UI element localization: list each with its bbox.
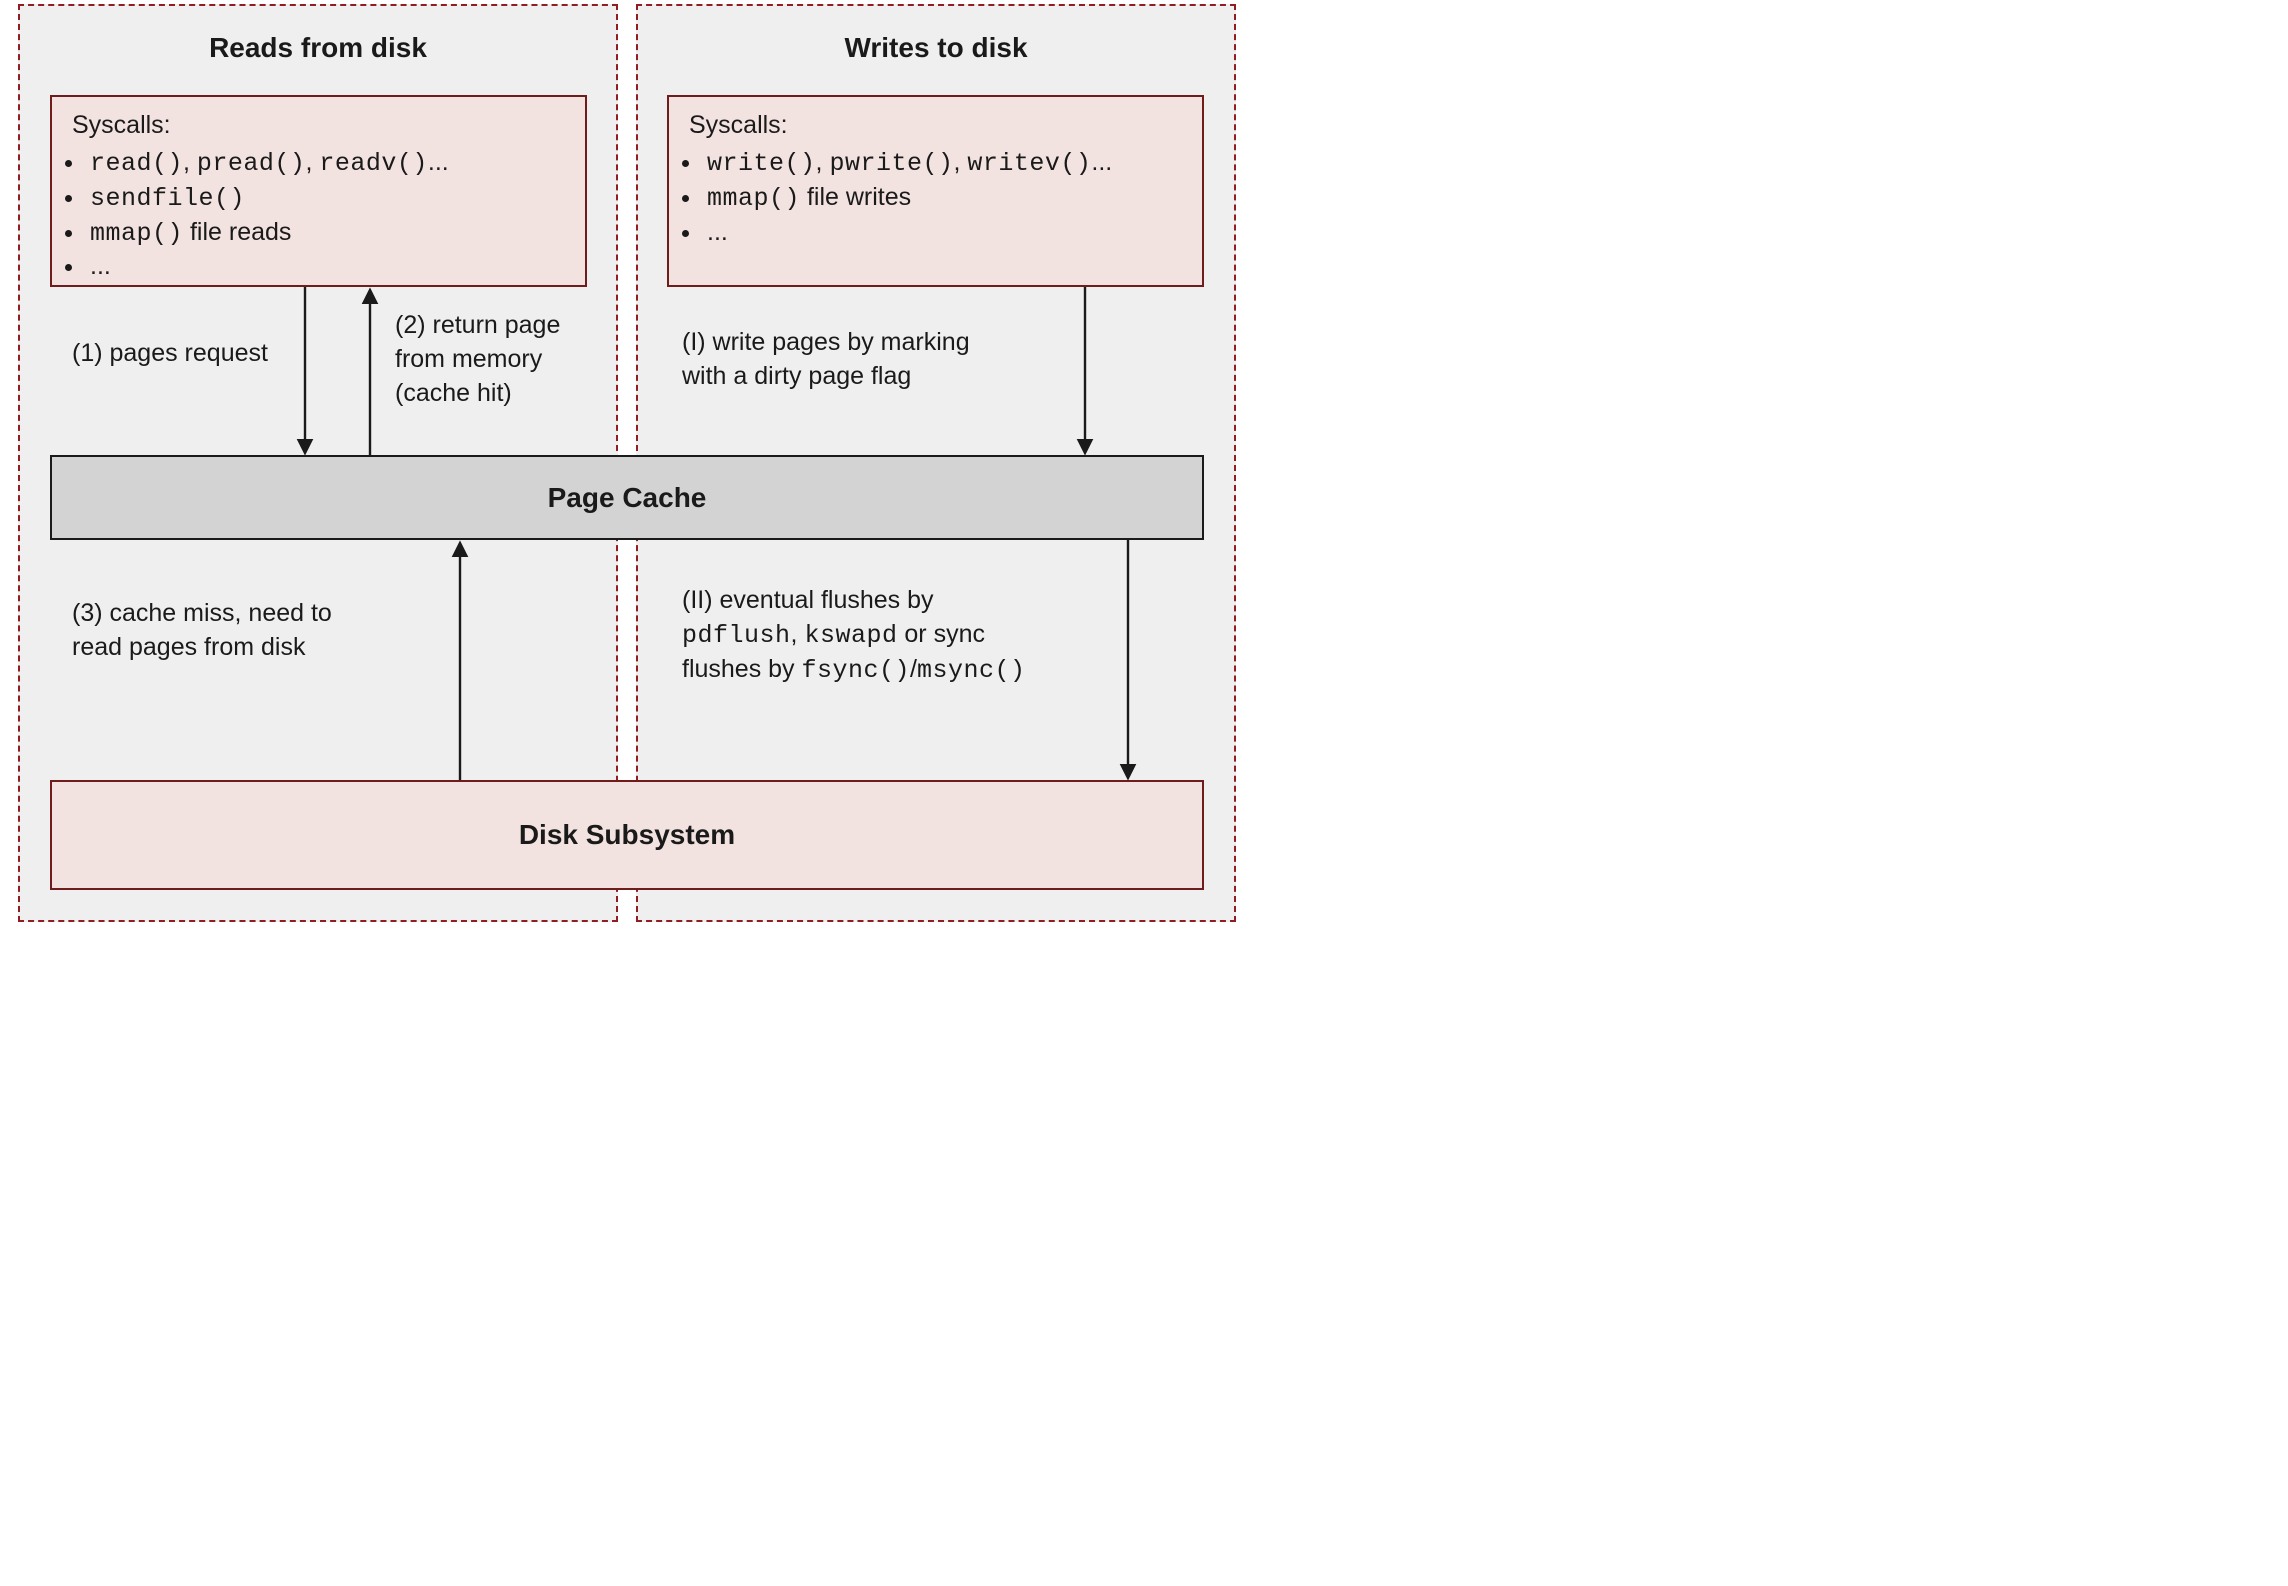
reads-panel-title: Reads from disk — [20, 32, 616, 64]
label-II: (II) eventual flushes bypdflush, kswapd … — [682, 584, 1026, 687]
reads-syscalls-list: read(), pread(), readv()... sendfile() m… — [86, 146, 565, 284]
writes-syscalls-heading: Syscalls: — [689, 111, 1182, 140]
label-3: (3) cache miss, need toread pages from d… — [72, 597, 332, 665]
list-item: read(), pread(), readv()... — [86, 146, 565, 181]
list-item: ... — [86, 250, 565, 284]
label-I: (I) write pages by markingwith a dirty p… — [682, 326, 970, 394]
disk-subsystem-block: Disk Subsystem — [50, 780, 1204, 890]
writes-syscalls-list: write(), pwrite(), writev()... mmap() fi… — [703, 146, 1182, 249]
list-item: mmap() file writes — [703, 181, 1182, 216]
list-item: sendfile() — [86, 181, 565, 216]
diagram-canvas: Reads from disk Writes to disk Syscalls:… — [0, 0, 1262, 925]
writes-syscalls-box: Syscalls: write(), pwrite(), writev()...… — [667, 95, 1204, 287]
label-2: (2) return pagefrom memory(cache hit) — [395, 309, 560, 410]
reads-syscalls-heading: Syscalls: — [72, 111, 565, 140]
page-cache-block: Page Cache — [50, 455, 1204, 540]
label-1: (1) pages request — [72, 337, 268, 371]
reads-syscalls-box: Syscalls: read(), pread(), readv()... se… — [50, 95, 587, 287]
list-item: mmap() file reads — [86, 216, 565, 251]
list-item: write(), pwrite(), writev()... — [703, 146, 1182, 181]
writes-panel-title: Writes to disk — [638, 32, 1234, 64]
list-item: ... — [703, 216, 1182, 250]
